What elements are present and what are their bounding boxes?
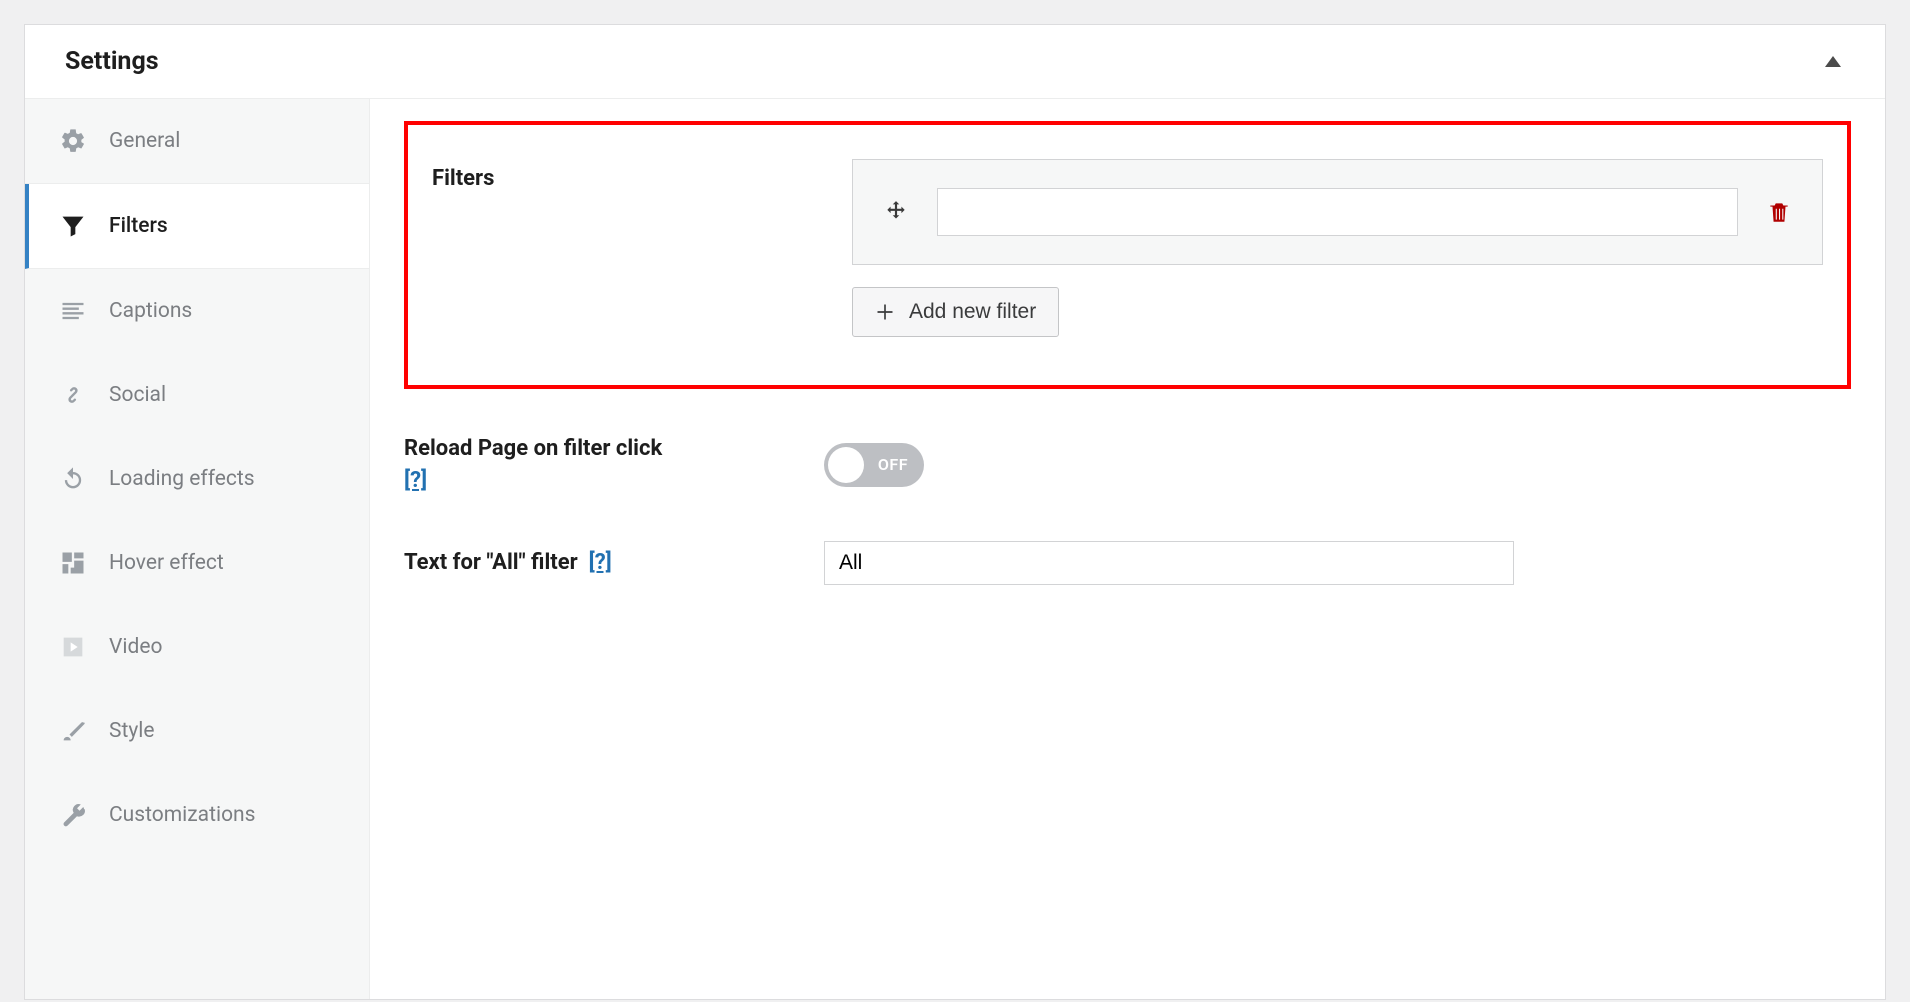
reload-control: OFF bbox=[824, 443, 1851, 487]
all-filter-label: Text for "All" filter bbox=[404, 550, 578, 575]
all-filter-label-block: Text for "All" filter [?] bbox=[404, 547, 804, 579]
reload-toggle[interactable]: OFF bbox=[824, 443, 924, 487]
toggle-text: OFF bbox=[878, 455, 908, 474]
filter-icon bbox=[59, 212, 87, 240]
reload-label: Reload Page on filter click bbox=[404, 436, 662, 461]
sidebar-item-label: Hover effect bbox=[109, 551, 224, 575]
refresh-icon bbox=[59, 465, 87, 493]
sidebar-item-label: Video bbox=[109, 635, 162, 659]
sidebar-item-captions[interactable]: Captions bbox=[25, 269, 369, 353]
add-filter-label: Add new filter bbox=[909, 300, 1036, 324]
filters-control: Add new filter bbox=[852, 159, 1823, 337]
filter-name-input[interactable] bbox=[937, 188, 1738, 236]
delete-icon[interactable] bbox=[1766, 198, 1792, 226]
sidebar-item-label: Captions bbox=[109, 299, 192, 323]
sidebar-item-label: Filters bbox=[109, 214, 168, 238]
sidebar-item-video[interactable]: Video bbox=[25, 605, 369, 689]
reload-help-link[interactable]: [?] bbox=[404, 468, 427, 493]
filters-row: Filters bbox=[432, 159, 1823, 337]
reload-label-block: Reload Page on filter click [?] bbox=[404, 433, 804, 497]
play-icon bbox=[59, 633, 87, 661]
filters-section-label: Filters bbox=[432, 159, 832, 195]
sidebar-item-filters[interactable]: Filters bbox=[25, 184, 369, 269]
all-filter-help-link[interactable]: [?] bbox=[589, 550, 612, 575]
toggle-knob bbox=[828, 447, 864, 483]
sidebar-item-hover-effect[interactable]: Hover effect bbox=[25, 521, 369, 605]
captions-icon bbox=[59, 297, 87, 325]
sidebar-item-label: Social bbox=[109, 383, 166, 407]
reload-row: Reload Page on filter click [?] OFF bbox=[404, 433, 1851, 497]
panel-body: General Filters Captions Social bbox=[25, 99, 1885, 999]
collapse-caret-icon[interactable] bbox=[1825, 56, 1841, 67]
all-filter-row: Text for "All" filter [?] bbox=[404, 541, 1851, 585]
all-filter-control bbox=[824, 541, 1851, 585]
filter-item bbox=[852, 159, 1823, 265]
sidebar-item-label: Loading effects bbox=[109, 467, 255, 491]
wrench-icon bbox=[59, 801, 87, 829]
sidebar-item-social[interactable]: Social bbox=[25, 353, 369, 437]
sidebar-item-customizations[interactable]: Customizations bbox=[25, 773, 369, 857]
panel-header: Settings bbox=[25, 25, 1885, 99]
panel-title: Settings bbox=[65, 47, 159, 76]
sidebar-item-general[interactable]: General bbox=[25, 99, 369, 184]
brush-icon bbox=[59, 717, 87, 745]
grid-icon bbox=[59, 549, 87, 577]
sidebar-item-style[interactable]: Style bbox=[25, 689, 369, 773]
move-icon[interactable] bbox=[883, 199, 909, 225]
content-area: Filters bbox=[370, 99, 1885, 999]
gear-icon bbox=[59, 127, 87, 155]
sidebar-item-label: General bbox=[109, 129, 180, 153]
sidebar-item-loading-effects[interactable]: Loading effects bbox=[25, 437, 369, 521]
link-icon bbox=[59, 381, 87, 409]
settings-sidebar: General Filters Captions Social bbox=[25, 99, 370, 999]
add-filter-button[interactable]: Add new filter bbox=[852, 287, 1059, 337]
filters-highlight-box: Filters bbox=[404, 121, 1851, 389]
plus-icon bbox=[875, 302, 895, 322]
settings-panel: Settings General Filters Captions bbox=[24, 24, 1886, 1000]
sidebar-item-label: Style bbox=[109, 719, 155, 743]
sidebar-item-label: Customizations bbox=[109, 803, 255, 827]
all-filter-input[interactable] bbox=[824, 541, 1514, 585]
